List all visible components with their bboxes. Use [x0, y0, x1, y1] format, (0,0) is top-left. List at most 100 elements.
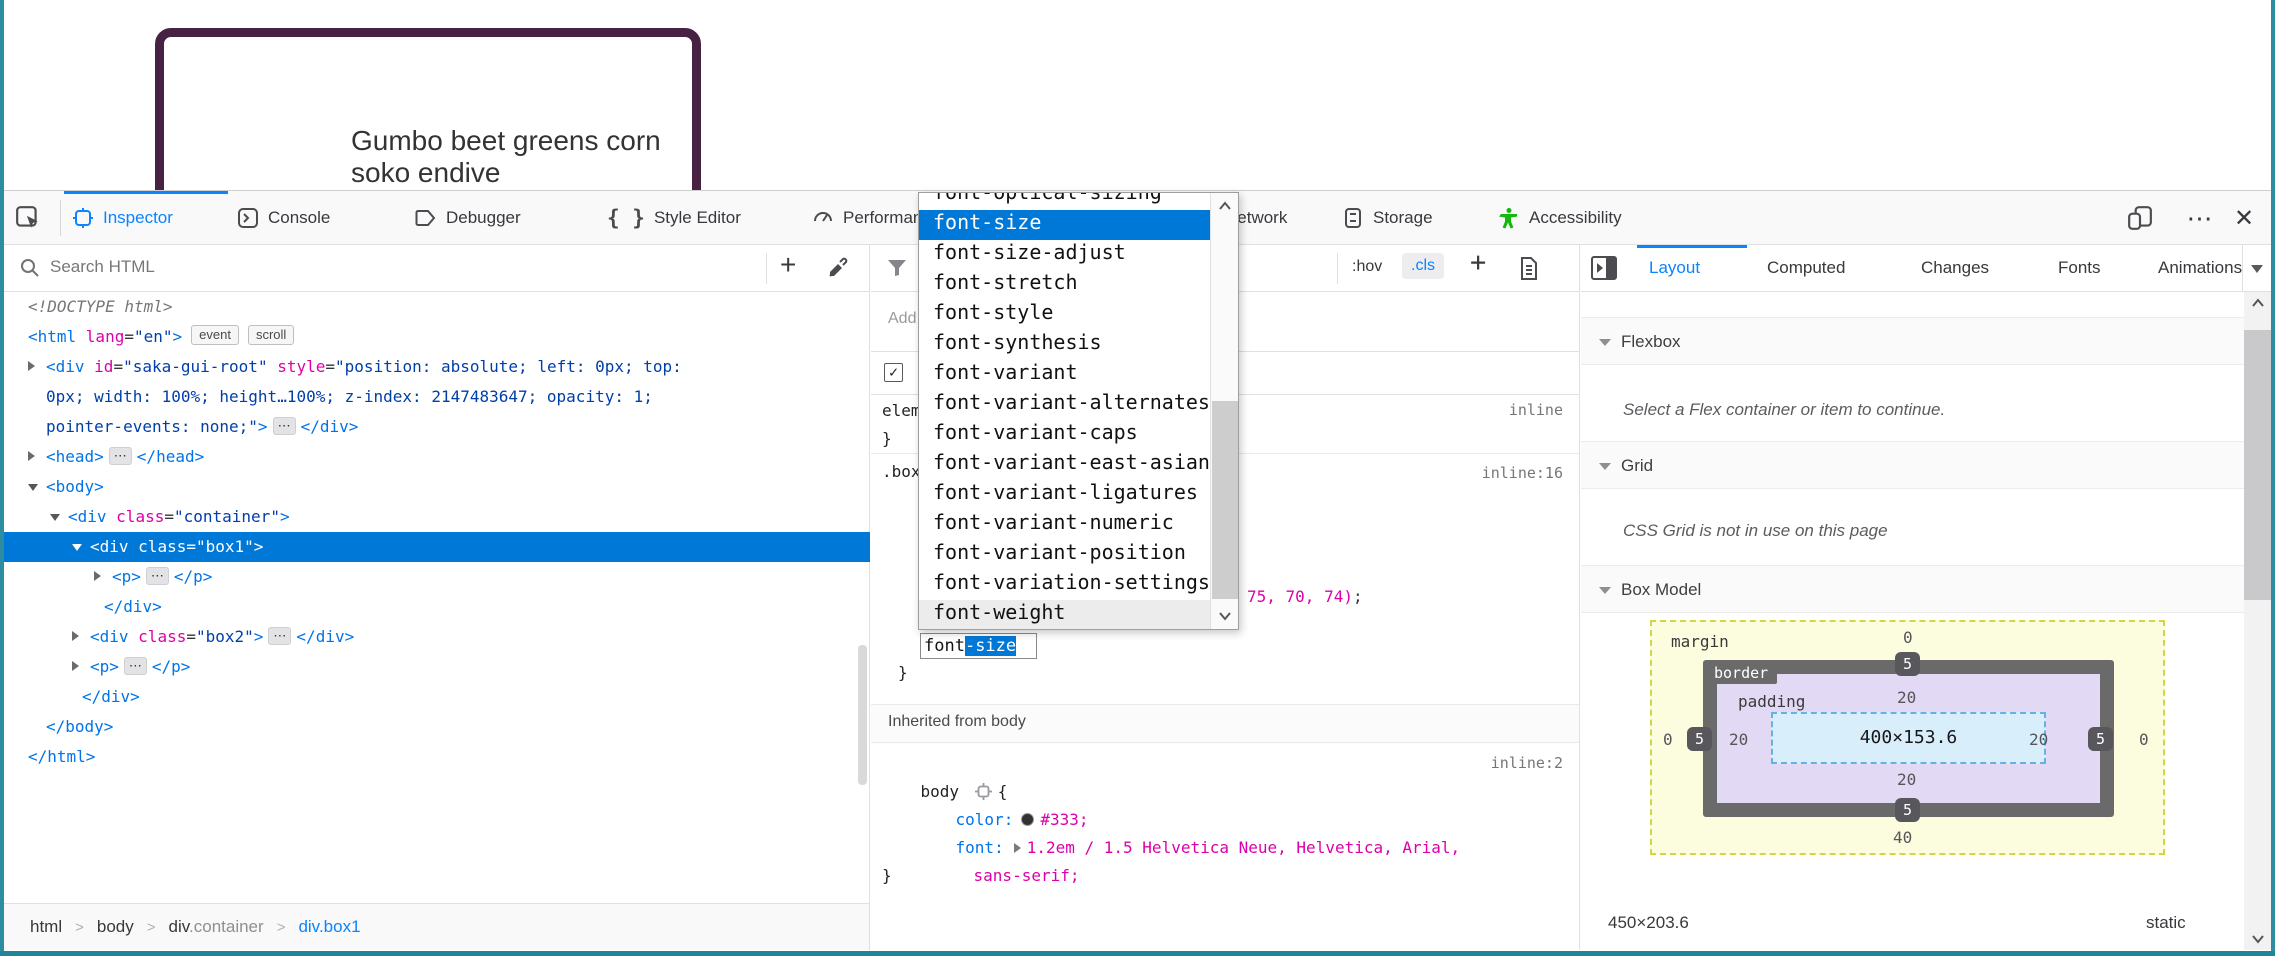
expand-arrow-icon[interactable] — [72, 544, 82, 551]
collapse-arrow-icon[interactable] — [72, 661, 79, 671]
markup-line[interactable]: pointer-events: none;">⋯</div> — [0, 412, 870, 442]
margin-left-value[interactable]: 0 — [1663, 730, 1673, 749]
pseudo-class-button[interactable]: :hov — [1348, 255, 1386, 279]
eyedropper-icon[interactable] — [826, 256, 850, 280]
scrollbar-thumb[interactable] — [1212, 401, 1239, 599]
tab-console[interactable]: Console — [237, 191, 330, 245]
tab-storage[interactable]: Storage — [1342, 191, 1433, 245]
autocomplete-option[interactable]: font-stretch — [919, 270, 1210, 300]
scroll-up-icon[interactable] — [2251, 298, 2265, 308]
markup-line[interactable]: </html> — [0, 742, 870, 772]
collapse-arrow-icon[interactable] — [28, 451, 35, 461]
border-top-value[interactable]: 5 — [1895, 652, 1920, 676]
scroll-down-icon[interactable] — [1218, 611, 1232, 621]
collapse-arrow-icon[interactable] — [28, 361, 35, 371]
expand-arrow-icon[interactable] — [28, 484, 38, 491]
padding-left-value[interactable]: 20 — [1729, 730, 1748, 749]
markup-line[interactable]: <div class="box1"> — [0, 532, 870, 562]
sidebar-scrollbar[interactable] — [2244, 292, 2272, 950]
node-picker-icon[interactable] — [10, 201, 46, 235]
border-right-value[interactable]: 5 — [2088, 727, 2113, 751]
class-panel-button[interactable]: .cls — [1402, 253, 1444, 279]
autocomplete-option[interactable]: font-variant-numeric — [919, 510, 1210, 540]
markup-line[interactable]: <div id="saka-gui-root" style="position:… — [0, 352, 870, 382]
breadcrumb-item[interactable]: body — [97, 917, 134, 937]
markup-line[interactable]: <head>⋯</head> — [0, 442, 870, 472]
tab-computed[interactable]: Computed — [1767, 245, 1845, 291]
content-box[interactable]: 400×153.6 — [1771, 712, 2046, 764]
markup-line[interactable]: <!DOCTYPE html> — [0, 292, 870, 322]
markup-line[interactable]: <body> — [0, 472, 870, 502]
search-input[interactable]: Search HTML — [50, 257, 155, 277]
margin-top-value[interactable]: 0 — [1903, 628, 1913, 647]
markup-scrollbar[interactable] — [858, 645, 867, 785]
padding-bottom-value[interactable]: 20 — [1897, 770, 1916, 789]
breadcrumb-item[interactable]: div.container — [169, 917, 264, 937]
tab-inspector[interactable]: Inspector — [72, 191, 173, 245]
markup-line[interactable]: </div> — [0, 592, 870, 622]
new-property-input[interactable]: font-size — [920, 633, 1037, 659]
autocomplete-option[interactable]: font-variant-position — [919, 540, 1210, 570]
rule-source-link[interactable]: inline:2 — [1491, 754, 1563, 772]
autocomplete-scrollbar[interactable] — [1210, 193, 1239, 629]
autocomplete-option[interactable]: font-variant — [919, 360, 1210, 390]
sidebar-toggle-icon[interactable] — [1591, 256, 1617, 280]
rule-source-link[interactable]: inline:16 — [1482, 464, 1563, 482]
add-node-button[interactable]: + — [780, 249, 796, 281]
markup-line[interactable]: <div class="box2">⋯</div> — [0, 622, 870, 652]
grid-section-header[interactable]: Grid — [1581, 441, 2244, 489]
tab-accessibility[interactable]: Accessibility — [1498, 191, 1622, 245]
collapse-arrow-icon[interactable] — [94, 571, 101, 581]
autocomplete-option[interactable]: font-size-adjust — [919, 240, 1210, 270]
close-devtools-icon[interactable]: ✕ — [2226, 201, 2262, 235]
collapse-arrow-icon[interactable] — [72, 631, 79, 641]
markup-line[interactable]: <div class="container"> — [0, 502, 870, 532]
expand-arrow-icon[interactable] — [50, 514, 60, 521]
class-checkbox[interactable]: ✓ — [884, 363, 903, 382]
body-font-declaration[interactable]: font:1.2em / 1.5 Helvetica Neue, Helveti… — [917, 806, 1460, 834]
markup-line[interactable]: </div> — [0, 682, 870, 712]
breadcrumb-item[interactable]: div.box1 — [298, 917, 360, 937]
add-rule-button[interactable]: + — [1470, 247, 1486, 278]
autocomplete-option[interactable]: font-variation-settings — [919, 570, 1210, 600]
border-bottom-value[interactable]: 5 — [1895, 798, 1920, 822]
responsive-design-icon[interactable] — [2122, 201, 2158, 235]
autocomplete-option[interactable]: font-style — [919, 300, 1210, 330]
tab-fonts[interactable]: Fonts — [2058, 245, 2101, 291]
print-media-icon[interactable] — [1519, 257, 1539, 280]
tab-animations[interactable]: Animations — [2158, 245, 2244, 291]
autocomplete-option[interactable]: font-size — [919, 210, 1210, 240]
autocomplete-option[interactable]: font-variant-east-asian — [919, 450, 1210, 480]
box-model-section-header[interactable]: Box Model — [1581, 565, 2244, 613]
autocomplete-option[interactable]: font-synthesis — [919, 330, 1210, 360]
margin-right-value[interactable]: 0 — [2139, 730, 2149, 749]
tab-style-editor[interactable]: { } Style Editor — [607, 191, 741, 245]
autocomplete-option[interactable]: font-variant-ligatures — [919, 480, 1210, 510]
border-left-value[interactable]: 5 — [1687, 727, 1712, 751]
rule-source-link[interactable]: inline — [1509, 401, 1563, 419]
padding-right-value[interactable]: 20 — [2029, 730, 2048, 749]
markup-line[interactable]: <html lang="en">eventscroll — [0, 322, 870, 352]
autocomplete-option[interactable]: font-variant-alternates — [919, 390, 1210, 420]
breadcrumb-item[interactable]: html — [30, 917, 62, 937]
autocomplete-option[interactable]: font-optical-sizing — [919, 192, 1210, 210]
tab-debugger[interactable]: Debugger — [415, 191, 521, 245]
tab-layout[interactable]: Layout — [1649, 245, 1700, 291]
body-color-declaration[interactable]: color:#333; — [917, 778, 1089, 806]
autocomplete-option[interactable]: font-variant-caps — [919, 420, 1210, 450]
margin-bottom-value[interactable]: 40 — [1893, 828, 1912, 847]
tab-changes[interactable]: Changes — [1921, 245, 1989, 291]
flexbox-section-header[interactable]: Flexbox — [1581, 317, 2244, 365]
scrollbar-thumb[interactable] — [2244, 330, 2272, 600]
autocomplete-option[interactable]: font-weight — [919, 600, 1210, 630]
scroll-up-icon[interactable] — [1218, 201, 1232, 211]
padding-top-value[interactable]: 20 — [1897, 688, 1916, 707]
markup-line[interactable]: <p>⋯</p> — [0, 652, 870, 682]
filter-icon[interactable] — [887, 259, 907, 277]
body-rule-selector[interactable]: body { — [882, 750, 1007, 778]
markup-line[interactable]: <p>⋯</p> — [0, 562, 870, 592]
markup-line[interactable]: 0px; width: 100%; height…100%; z-index: … — [0, 382, 870, 412]
tabs-overflow-button[interactable] — [2242, 245, 2272, 291]
markup-line[interactable]: </body> — [0, 712, 870, 742]
meatball-menu-icon[interactable]: ⋯ — [2182, 201, 2218, 235]
